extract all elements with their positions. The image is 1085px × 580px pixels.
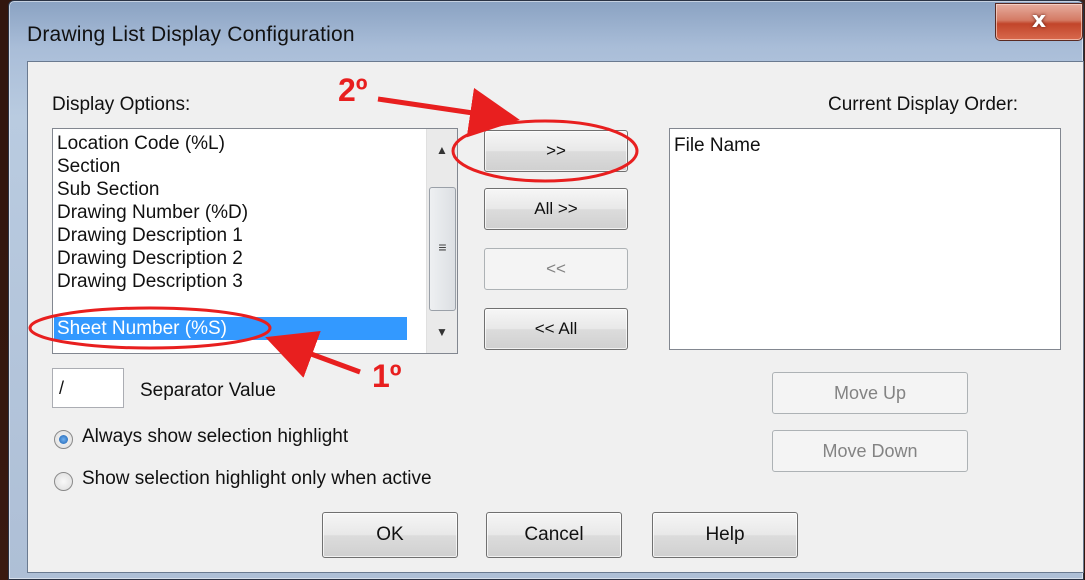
annotation-step2: 2º [338,72,368,108]
arrow-step2 [377,87,520,138]
highlight-add-button-ellipse [451,119,639,183]
annotation-overlay [28,87,639,378]
annotation-step1: 1º [372,358,402,394]
highlight-sheet-number-ellipse [28,306,272,350]
arrow-step1 [265,330,361,378]
